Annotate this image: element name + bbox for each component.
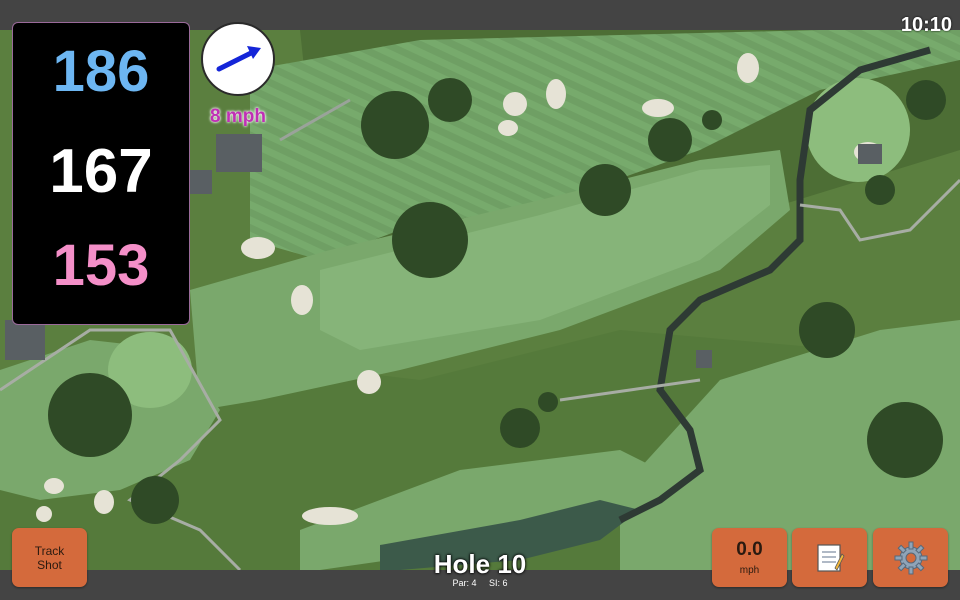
track-shot-label-line2: Shot [37,557,62,572]
gear-icon [894,541,927,574]
clock: 10:10 [900,14,952,36]
hole-par: Par: 4 [452,578,477,588]
notes-button[interactable] [792,528,867,587]
right-green [806,78,910,182]
hole-stroke-index: SI: 6 [489,578,508,588]
track-shot-button[interactable]: Track Shot [12,528,87,587]
wind-speed: 8 mph [210,106,266,127]
middle-distance: 167 [49,137,153,206]
front-distance: 153 [52,233,150,298]
wind-arrow-icon [216,46,261,72]
shot-speed-value: 0.0 [736,539,763,560]
shot-speed-unit: mph [739,565,760,576]
yardage-panel: 186 167 153 [12,22,190,325]
wind-indicator[interactable] [201,22,275,96]
settings-button[interactable] [873,528,948,587]
notepad-icon [816,543,844,572]
shot-speed-button[interactable]: 0.0 mph [712,528,787,587]
back-distance: 186 [52,39,150,104]
hole-details: Par: 4 SI: 6 [380,578,580,588]
track-shot-label-line1: Track [34,543,65,558]
hole-title: Hole 10 [433,549,527,579]
